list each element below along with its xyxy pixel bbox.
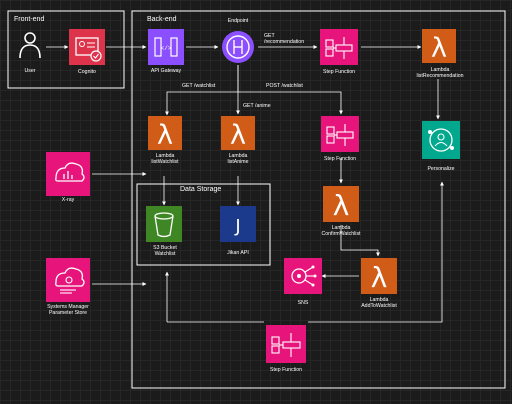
lambda-icon: λ bbox=[221, 116, 255, 151]
endpoint-icon bbox=[222, 31, 254, 63]
lambda-icon: λ bbox=[361, 258, 397, 294]
lambda-list-watchlist-label: Lambda listWatchlist bbox=[151, 153, 179, 166]
step-function-icon bbox=[321, 116, 359, 152]
svg-text:λ: λ bbox=[371, 261, 388, 294]
step-function-icon bbox=[320, 29, 358, 65]
api-gateway-label: API Gateway bbox=[150, 68, 182, 74]
lambda-add-to-watchlist-label: Lambda AddToWatchlist bbox=[361, 297, 397, 310]
cognito-label: Cognito bbox=[78, 69, 96, 75]
sns-icon bbox=[284, 258, 322, 294]
xray-icon bbox=[46, 152, 90, 196]
svg-text:</>: </> bbox=[161, 45, 172, 52]
xray-label: X-ray bbox=[61, 197, 75, 203]
user-label: User bbox=[24, 68, 36, 74]
api-gateway-icon: </> bbox=[148, 29, 184, 65]
edge-label-post-watchlist: POST /watchlist bbox=[266, 83, 303, 89]
personalize-icon bbox=[422, 121, 460, 159]
svg-text:λ: λ bbox=[431, 33, 447, 64]
svg-text:λ: λ bbox=[333, 189, 350, 222]
frontend-group-title: Front-end bbox=[14, 16, 45, 23]
lambda-icon: λ bbox=[148, 116, 182, 151]
step-function-icon bbox=[266, 325, 306, 363]
backend-group-title: Back-end bbox=[147, 16, 177, 23]
lambda-icon: λ bbox=[422, 29, 456, 64]
step-function-post-label: Step Function bbox=[323, 156, 356, 162]
lambda-list-recommendation-label: Lambda listRecommendation bbox=[416, 67, 464, 80]
svg-text:λ: λ bbox=[230, 120, 246, 151]
s3-bucket-icon bbox=[146, 206, 182, 242]
lambda-confirm-watchlist-label: Lambda ConfirmWatchlist bbox=[321, 225, 361, 238]
user-icon bbox=[19, 32, 41, 59]
svg-text:λ: λ bbox=[157, 120, 173, 151]
edge-label-get-anime: GET /anime bbox=[243, 103, 271, 109]
personalize-label: Personalize bbox=[427, 166, 455, 172]
edge-label-get-watchlist: GET /watchlist bbox=[182, 83, 216, 89]
edge-label-get-recommendation: GET /recommendation bbox=[264, 33, 305, 46]
lambda-list-anime-label: Lambda listAnime bbox=[227, 153, 249, 166]
cognito-icon bbox=[69, 29, 105, 65]
endpoint-label: Endpoint bbox=[227, 18, 249, 24]
jikan-api-icon: J bbox=[220, 206, 256, 242]
systems-manager-icon bbox=[46, 258, 90, 302]
sns-label: SNS bbox=[297, 300, 309, 306]
systems-manager-label: Systems Manager Parameter Store bbox=[47, 304, 89, 317]
lambda-icon: λ bbox=[323, 186, 359, 222]
step-function-bottom-label: Step Function bbox=[269, 367, 302, 373]
svg-text:J: J bbox=[234, 216, 240, 237]
s3-watchlist-label: S3 Bucket Watchlist bbox=[153, 245, 177, 258]
data-storage-group-title: Data Storage bbox=[180, 186, 222, 193]
step-function-label: Step Function bbox=[322, 69, 355, 75]
jikan-api-label: Jikan API bbox=[227, 250, 249, 256]
